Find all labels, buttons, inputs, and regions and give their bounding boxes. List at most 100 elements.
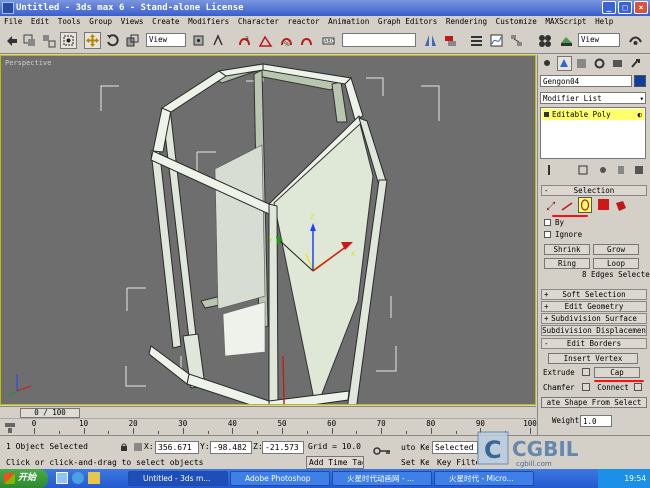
menu-maxscript[interactable]: MAXScript	[545, 17, 586, 26]
x-coordinate-field[interactable]: 356.671	[155, 441, 199, 454]
loop-button[interactable]: Loop	[593, 258, 639, 269]
task-photoshop[interactable]: Adobe Photoshop	[230, 471, 330, 486]
lock-icon[interactable]	[120, 443, 128, 451]
select-scale-icon[interactable]	[124, 32, 141, 49]
menu-group[interactable]: Group	[89, 17, 112, 26]
unlink-icon[interactable]	[40, 32, 57, 49]
render-scene-icon[interactable]	[558, 32, 575, 49]
spinner-snap-icon[interactable]	[298, 32, 315, 49]
display-tab-icon[interactable]	[610, 56, 625, 71]
weight-spinner[interactable]: 1.0	[580, 415, 612, 427]
material-editor-icon[interactable]	[536, 32, 553, 49]
motion-tab-icon[interactable]	[592, 56, 607, 71]
close-button[interactable]: ×	[634, 1, 648, 14]
border-subobject-icon[interactable]	[578, 197, 592, 213]
menu-reactor[interactable]: reactor	[288, 17, 320, 26]
select-object-icon[interactable]	[60, 32, 77, 49]
menu-create[interactable]: Create	[152, 17, 179, 26]
menu-animation[interactable]: Animation	[328, 17, 369, 26]
create-tab-icon[interactable]	[540, 56, 555, 71]
modify-tab-icon[interactable]	[557, 56, 572, 71]
menu-help[interactable]: Help	[595, 17, 613, 26]
insert-vertex-button[interactable]: Insert Vertex	[548, 353, 638, 364]
rollout-soft-selection[interactable]: + Soft Selection	[541, 289, 647, 300]
menu-tools[interactable]: Tools	[58, 17, 81, 26]
curve-editor-icon[interactable]	[488, 32, 505, 49]
rollout-edit-geometry[interactable]: + Edit Geometry	[541, 301, 647, 312]
menu-rendering[interactable]: Rendering	[446, 17, 487, 26]
polygon-subobject-icon[interactable]	[598, 199, 609, 210]
cap-button[interactable]: Cap	[594, 367, 640, 378]
snap-3d-icon[interactable]: 3	[236, 32, 253, 49]
start-button[interactable]: 开始	[0, 469, 48, 488]
undo-icon[interactable]	[3, 32, 20, 49]
ring-button[interactable]: Ring	[544, 258, 590, 269]
menu-edit[interactable]: Edit	[31, 17, 49, 26]
ie-icon[interactable]	[72, 472, 84, 484]
task-browser-1[interactable]: 火星时代动画网 - ...	[332, 471, 432, 486]
grow-button[interactable]: Grow	[593, 244, 639, 255]
key-filters-button[interactable]: Key Filter	[434, 456, 478, 469]
key-icon[interactable]	[372, 445, 392, 457]
menu-file[interactable]: File	[4, 17, 22, 26]
menu-modifiers[interactable]: Modifiers	[188, 17, 229, 26]
select-manipulate-icon[interactable]	[210, 32, 227, 49]
percent-snap-icon[interactable]: %	[278, 32, 295, 49]
hierarchy-tab-icon[interactable]	[574, 56, 589, 71]
mirror-icon[interactable]	[422, 32, 439, 49]
edge-subobject-icon[interactable]	[560, 199, 574, 213]
extrude-button[interactable]: Extrude	[542, 367, 580, 378]
ignore-backfacing-checkbox[interactable]	[544, 231, 551, 238]
menu-graph-editors[interactable]: Graph Editors	[378, 17, 437, 26]
schematic-view-icon[interactable]	[508, 32, 525, 49]
edit-named-selection-icon[interactable]: ABC	[320, 32, 337, 49]
time-slider-thumb[interactable]: 0 / 100	[20, 408, 80, 418]
chamfer-settings-icon[interactable]	[582, 383, 590, 391]
shrink-button[interactable]: Shrink	[544, 244, 590, 255]
y-coordinate-field[interactable]: -98.482	[210, 441, 252, 454]
auto-key-button[interactable]: uto Key	[398, 441, 430, 454]
time-slider[interactable]: 0 / 100	[0, 406, 536, 418]
by-vertex-checkbox[interactable]	[544, 219, 551, 226]
show-desktop-icon[interactable]	[56, 472, 68, 484]
menu-character[interactable]: Character	[238, 17, 279, 26]
object-name-field[interactable]: Gengon04	[540, 75, 632, 87]
chamfer-button[interactable]: Chamfer	[542, 382, 580, 393]
render-type-select[interactable]: View	[578, 33, 620, 47]
maximize-button[interactable]: □	[618, 1, 632, 14]
connect-button[interactable]: Connect	[594, 382, 632, 393]
clock[interactable]: 19:54	[624, 474, 646, 483]
absolute-mode-icon[interactable]	[133, 442, 143, 452]
track-bar-toggle-icon[interactable]	[3, 421, 17, 434]
extrude-settings-icon[interactable]	[582, 368, 590, 376]
rollout-subdivision-surface[interactable]: + Subdivision Surface	[541, 313, 647, 324]
make-unique-icon[interactable]	[596, 163, 610, 177]
rollout-selection[interactable]: - Selection	[541, 185, 647, 196]
named-selection-set-select[interactable]	[342, 33, 416, 47]
reference-coord-select[interactable]: View	[146, 33, 186, 47]
pivot-center-icon[interactable]	[190, 32, 207, 49]
utilities-tab-icon[interactable]	[628, 56, 643, 71]
rollout-subdivision-displacement[interactable]: Subdivision Displacemen	[541, 325, 647, 336]
quick-render-icon[interactable]	[627, 32, 644, 49]
task-browser-2[interactable]: 火星时代 - Micro...	[434, 471, 534, 486]
perspective-viewport[interactable]: Perspective Z Y X	[0, 55, 536, 405]
select-rotate-icon[interactable]	[104, 32, 121, 49]
align-icon[interactable]	[442, 32, 459, 49]
remove-modifier-icon[interactable]	[614, 163, 628, 177]
show-end-result-icon[interactable]	[576, 163, 590, 177]
select-move-icon[interactable]	[84, 32, 101, 49]
set-key-button[interactable]: Set Key	[398, 456, 430, 469]
rollout-edit-borders[interactable]: - Edit Borders	[541, 338, 647, 349]
angle-snap-icon[interactable]	[257, 32, 274, 49]
connect-settings-icon[interactable]	[634, 383, 642, 391]
folder-icon[interactable]	[88, 472, 100, 484]
add-time-tag-button[interactable]: Add Time Tag	[306, 456, 364, 469]
key-mode-select[interactable]: Selected	[432, 441, 478, 454]
minimize-button[interactable]: _	[602, 1, 616, 14]
task-3dsmax[interactable]: Untitled - 3ds m...	[128, 471, 228, 486]
track-bar[interactable]: 0 10 20 30 40 50 60 70 80 90 100	[0, 418, 537, 435]
stack-item-editable-poly[interactable]: Editable Poly ◐	[542, 109, 644, 120]
create-shape-button[interactable]: ate Shape From Select	[541, 397, 647, 408]
vertex-subobject-icon[interactable]	[544, 199, 558, 213]
